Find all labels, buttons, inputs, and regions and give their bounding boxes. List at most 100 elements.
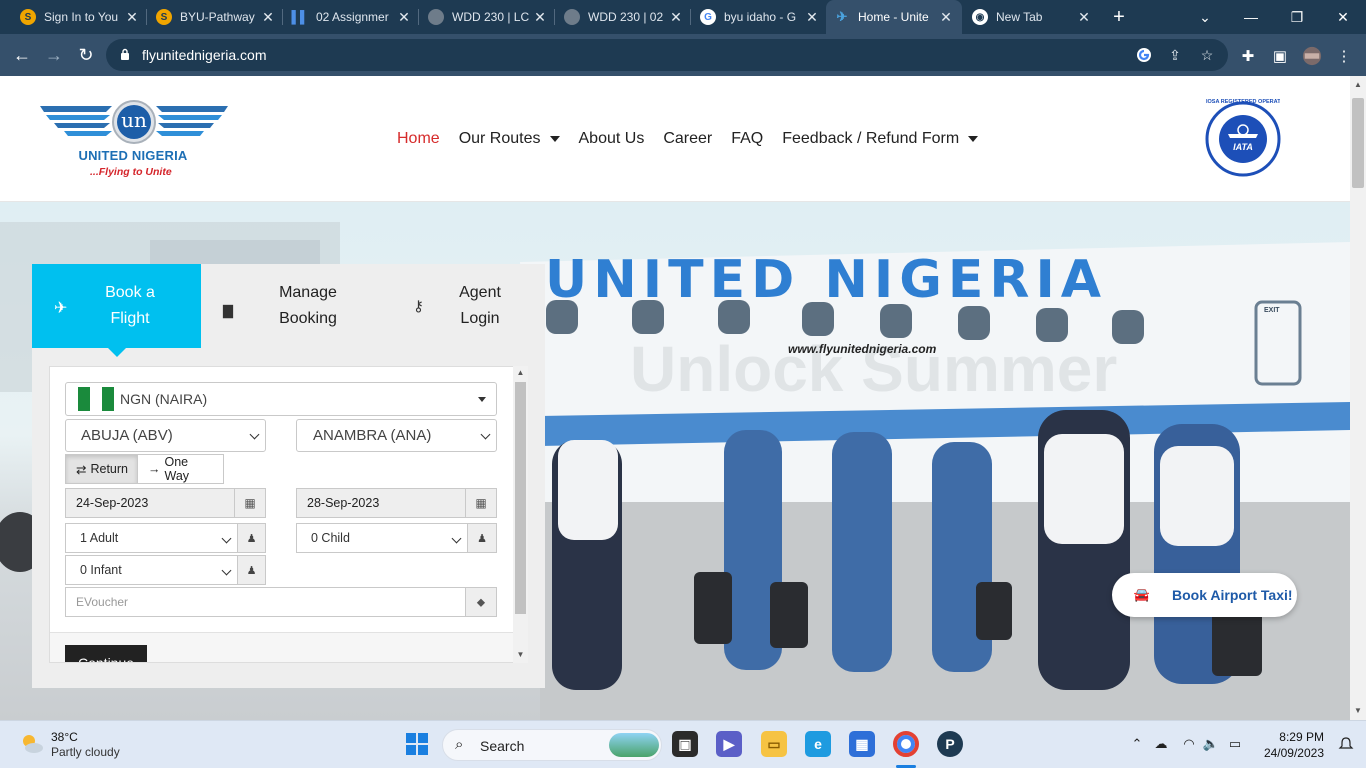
- tray-overflow-chevron-icon[interactable]: ⌃: [1128, 735, 1146, 753]
- windows-start-icon[interactable]: [404, 731, 430, 757]
- nav-career[interactable]: Career: [663, 130, 712, 148]
- united-nigeria-logo[interactable]: un UNITED NIGERIA ...Flying to Unite: [40, 100, 228, 182]
- calendar-icon[interactable]: ▦: [465, 488, 497, 518]
- continue-button[interactable]: Continue: [65, 645, 147, 662]
- flight-search-form: NGN (NAIRA) ABUJA (ABV) ANAMBRA (ANA) ⇄ …: [49, 366, 528, 663]
- google-lens-icon[interactable]: [1135, 46, 1153, 64]
- chrome-icon[interactable]: [893, 731, 919, 757]
- book-airport-taxi-button[interactable]: 🚘 Book Airport Taxi!: [1112, 573, 1297, 617]
- tab-search-chevron-icon[interactable]: ⌄: [1182, 0, 1228, 34]
- nav-faq[interactable]: FAQ: [731, 130, 763, 148]
- nav-home[interactable]: Home: [397, 130, 440, 148]
- browser-tab[interactable]: ◉ New Tab ✕: [964, 0, 1100, 34]
- restore-button[interactable]: ❐: [1274, 0, 1320, 34]
- reload-icon[interactable]: ↻: [73, 42, 99, 68]
- chrome-favicon-icon: ◉: [972, 9, 988, 25]
- close-tab-icon[interactable]: ✕: [1076, 9, 1092, 26]
- microsoft-store-icon[interactable]: ▦: [849, 731, 875, 757]
- close-tab-icon[interactable]: ✕: [124, 9, 140, 26]
- return-trip-button[interactable]: ⇄ Return: [65, 454, 138, 484]
- destination-select[interactable]: ANAMBRA (ANA): [296, 419, 497, 452]
- evoucher-input[interactable]: EVoucher ⬥: [65, 587, 497, 617]
- chevron-down-icon: [249, 429, 260, 440]
- close-tab-icon[interactable]: ✕: [532, 9, 548, 26]
- browser-tab[interactable]: G byu idaho - G ✕: [692, 0, 828, 34]
- taskbar-search[interactable]: ⌕ Search: [442, 729, 662, 761]
- chevron-down-icon: [221, 533, 232, 544]
- new-tab-button[interactable]: +: [1108, 6, 1130, 28]
- scroll-up-icon[interactable]: ▲: [1353, 80, 1363, 90]
- return-label: Return: [90, 462, 129, 476]
- onedrive-cloud-icon[interactable]: ☁: [1152, 735, 1170, 753]
- children-select[interactable]: 0 Child: [296, 523, 468, 553]
- side-panel-icon[interactable]: ▣: [1270, 46, 1290, 66]
- teams-chat-icon[interactable]: ▶: [716, 731, 742, 757]
- tab-agent-login[interactable]: ⚷ Agent Login: [373, 264, 545, 348]
- return-date-field[interactable]: 28-Sep-2023 ▦: [296, 488, 497, 518]
- browser-tab[interactable]: S Sign In to You ✕: [12, 0, 148, 34]
- browser-tab[interactable]: WDD 230 | LC ✕: [420, 0, 556, 34]
- scrollbar-thumb[interactable]: [1352, 98, 1364, 188]
- depart-date-value: 24-Sep-2023: [76, 496, 149, 510]
- notification-bell-icon[interactable]: [1338, 736, 1354, 752]
- forward-arrow-icon[interactable]: →: [41, 42, 67, 68]
- search-icon: ⌕: [455, 736, 464, 753]
- system-clock[interactable]: 8:29 PM 24/09/2023: [1254, 729, 1324, 761]
- file-explorer-icon[interactable]: ▭: [761, 731, 787, 757]
- weather-widget[interactable]: 38°C Partly cloudy: [18, 730, 120, 760]
- fuselage-livery-text: UNITED NIGERIA: [545, 250, 1108, 310]
- close-tab-icon[interactable]: ✕: [260, 9, 276, 26]
- address-bar[interactable]: flyunitednigeria.com ⇪ ☆: [106, 39, 1228, 71]
- close-tab-icon[interactable]: ✕: [668, 9, 684, 26]
- edge-browser-icon[interactable]: e: [805, 731, 831, 757]
- minimize-button[interactable]: —: [1228, 0, 1274, 34]
- extensions-puzzle-icon[interactable]: ✚: [1238, 46, 1258, 66]
- battery-icon[interactable]: ▭: [1226, 735, 1244, 753]
- profile-avatar[interactable]: [1302, 46, 1322, 66]
- bookmark-star-icon[interactable]: ☆: [1198, 46, 1216, 64]
- back-arrow-icon[interactable]: ←: [9, 42, 35, 68]
- adults-select[interactable]: 1 Adult: [65, 523, 238, 553]
- nav-our-routes[interactable]: Our Routes: [459, 130, 560, 148]
- nav-about-us[interactable]: About Us: [579, 130, 645, 148]
- close-tab-icon[interactable]: ✕: [938, 9, 954, 26]
- close-window-button[interactable]: ✕: [1320, 0, 1366, 34]
- share-icon[interactable]: ⇪: [1166, 46, 1184, 64]
- wifi-icon[interactable]: ◠: [1180, 735, 1198, 753]
- active-tab-pointer: [108, 348, 126, 357]
- origin-select[interactable]: ABUJA (ABV): [65, 419, 266, 452]
- close-tab-icon[interactable]: ✕: [804, 9, 820, 26]
- pathway-favicon-icon: S: [20, 9, 36, 25]
- url-text: flyunitednigeria.com: [142, 47, 267, 63]
- page-scrollbar[interactable]: ▲ ▼: [1350, 76, 1366, 720]
- pathway-app-icon[interactable]: P: [937, 731, 963, 757]
- calendar-icon[interactable]: ▦: [234, 488, 266, 518]
- tab-manage-booking[interactable]: ▇ Manage Booking: [201, 264, 373, 348]
- browser-tab[interactable]: WDD 230 | 02 ✕: [556, 0, 692, 34]
- one-way-trip-button[interactable]: → One Way: [137, 454, 224, 484]
- currency-select[interactable]: NGN (NAIRA): [65, 382, 497, 416]
- close-tab-icon[interactable]: ✕: [396, 9, 412, 26]
- form-scrollbar[interactable]: ▲ ▼: [513, 366, 528, 663]
- chevron-down-icon: [221, 565, 232, 576]
- scrollbar-thumb[interactable]: [515, 382, 526, 614]
- browser-menu-icon[interactable]: ⋮: [1334, 46, 1354, 66]
- search-highlight-icon: [609, 733, 659, 757]
- browser-tab-active[interactable]: ✈ Home - Unite ✕: [826, 0, 962, 34]
- volume-icon[interactable]: 🔈: [1202, 735, 1220, 753]
- infants-select[interactable]: 0 Infant: [65, 555, 238, 585]
- scroll-down-icon[interactable]: ▼: [515, 650, 526, 659]
- scroll-down-icon[interactable]: ▼: [1353, 706, 1363, 716]
- tab-label-line1: Agent: [459, 284, 501, 301]
- task-view-icon[interactable]: ▣: [672, 731, 698, 757]
- browser-tab[interactable]: ▌▌ 02 Assignmer ✕: [284, 0, 420, 34]
- depart-date-field[interactable]: 24-Sep-2023 ▦: [65, 488, 266, 518]
- key-icon: ⚷: [413, 298, 424, 315]
- tab-book-flight[interactable]: ✈ Book a Flight: [32, 264, 201, 348]
- tab-title: 02 Assignmer: [316, 10, 389, 24]
- scroll-up-icon[interactable]: ▲: [515, 368, 526, 377]
- browser-tab-strip: S Sign In to You ✕ S BYU-Pathway ✕ ▌▌ 02…: [0, 0, 1366, 34]
- browser-tab[interactable]: S BYU-Pathway ✕: [148, 0, 284, 34]
- clock-time: 8:29 PM: [1279, 730, 1324, 744]
- nav-feedback-refund[interactable]: Feedback / Refund Form: [782, 130, 979, 148]
